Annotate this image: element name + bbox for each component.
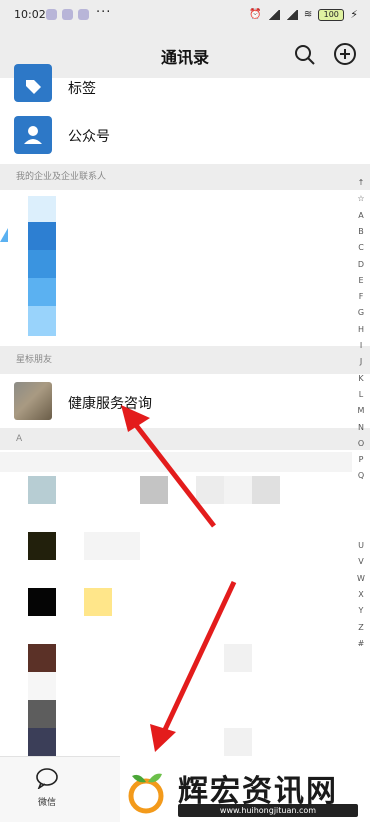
red-arrow-head (150, 724, 176, 752)
tab-wechat[interactable]: 微信 (22, 767, 72, 808)
signal-icon (285, 9, 298, 20)
blurred-block (28, 278, 56, 306)
index-letter[interactable]: B (356, 227, 366, 236)
blurred-avatar (28, 476, 56, 504)
tags-row[interactable]: 标签 (0, 64, 370, 116)
blurred-block (28, 250, 56, 278)
blurred-block (224, 644, 252, 672)
blurred-block (196, 476, 224, 504)
enterprise-section-header: 我的企业及企业联系人 (0, 164, 370, 190)
index-letter[interactable]: # (356, 639, 366, 648)
chat-bubble-icon (36, 768, 58, 791)
blurred-avatar (28, 532, 56, 560)
tab-wechat-label: 微信 (37, 798, 56, 808)
index-letter[interactable]: W (356, 574, 366, 583)
starred-section-header: 星标朋友 (0, 346, 370, 374)
blurred-avatar (28, 728, 56, 756)
blurred-avatar (28, 644, 56, 672)
index-letter[interactable]: O (356, 439, 366, 448)
notification-icon (78, 9, 89, 20)
official-accounts-label: 公众号 (68, 129, 110, 145)
index-letter[interactable]: G (356, 308, 366, 317)
index-letter[interactable]: P (356, 455, 366, 464)
index-letter[interactable]: Z (356, 623, 366, 632)
search-icon[interactable] (294, 44, 316, 66)
signal-icon (267, 9, 280, 20)
status-bar: 10:02 ··· ⏰ ≋ 100 ⚡ (0, 0, 370, 30)
notification-icon (46, 9, 57, 20)
blurred-block (224, 476, 252, 504)
index-letter[interactable]: K (356, 374, 366, 383)
battery-icon: 100 (318, 8, 345, 21)
blurred-block (252, 476, 280, 504)
index-letter[interactable]: U (356, 541, 366, 550)
index-letter[interactable]: D (356, 260, 366, 269)
index-letter[interactable]: J (356, 357, 366, 366)
index-letter[interactable]: F (356, 292, 366, 301)
contact-avatar (14, 382, 52, 420)
blurred-block (84, 588, 112, 616)
blurred-block (28, 672, 56, 700)
official-account-icon (14, 116, 52, 154)
index-letter[interactable]: Q (356, 471, 366, 480)
more-notifications: ··· (96, 5, 112, 20)
status-time: 10:02 (14, 8, 46, 21)
index-letter[interactable]: A (356, 211, 366, 220)
charging-icon: ⚡ (350, 8, 358, 21)
index-letter[interactable]: C (356, 243, 366, 252)
watermark-url: www.huihongjituan.com (178, 804, 358, 817)
add-icon[interactable] (334, 43, 356, 65)
index-letter[interactable]: M (356, 406, 366, 415)
blurred-avatar (28, 700, 56, 728)
index-letter[interactable]: L (356, 390, 366, 399)
a-section-header: A (0, 428, 370, 450)
blurred-block (224, 728, 252, 756)
index-letter[interactable]: Y (356, 606, 366, 615)
blurred-block (84, 532, 140, 560)
alarm-icon: ⏰ (249, 9, 262, 20)
wifi-icon: ≋ (303, 9, 313, 20)
blurred-block (0, 228, 8, 242)
blurred-block (0, 452, 352, 472)
index-letter[interactable]: X (356, 590, 366, 599)
index-letter[interactable]: E (356, 276, 366, 285)
starred-contact-row[interactable]: 健康服务咨询 (0, 374, 370, 428)
contact-name: 健康服务咨询 (68, 396, 152, 412)
index-letter[interactable]: N (356, 423, 366, 432)
index-letter[interactable]: ☆ (356, 194, 366, 203)
tag-icon (14, 64, 52, 102)
blurred-avatar (28, 588, 56, 616)
index-letter[interactable]: ↑ (356, 178, 366, 187)
index-letter[interactable]: H (356, 325, 366, 334)
blurred-block (28, 306, 56, 336)
notification-icon (62, 9, 73, 20)
tags-label: 标签 (68, 81, 96, 97)
index-letter[interactable]: V (356, 557, 366, 566)
blurred-block (140, 476, 168, 504)
official-accounts-row[interactable]: 公众号 (0, 114, 370, 156)
index-letter[interactable]: I (356, 341, 366, 350)
blurred-block (28, 196, 56, 222)
blurred-block (28, 222, 56, 250)
status-right-icons: ⏰ ≋ 100 ⚡ (249, 8, 358, 21)
orange-logo-icon (128, 773, 164, 814)
nav-bar: 通讯录 (0, 30, 370, 78)
watermark: 辉宏资讯网 www.huihongjituan.com (120, 756, 370, 822)
